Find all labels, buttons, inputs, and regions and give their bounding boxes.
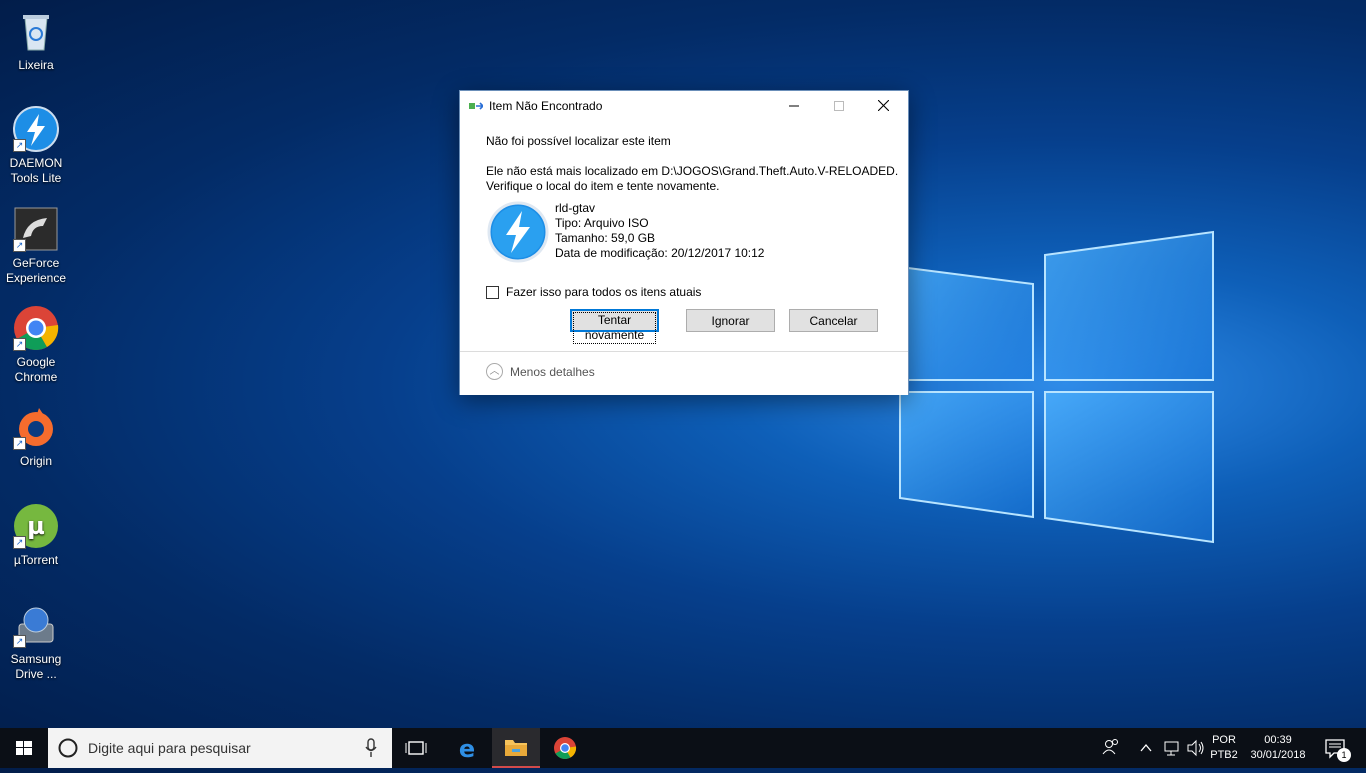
dialog-message-line2: Verifique o local do item e tente novame… [486,179,720,193]
dialog-heading: Não foi possível localizar este item [486,134,671,148]
item-not-found-dialog: Item Não Encontrado Não foi possível loc… [459,90,909,395]
utorrent-icon: µ ↗ [13,503,59,549]
desktop-icon-label: µTorrent [13,553,59,567]
file-name: rld-gtav [555,201,596,215]
desktop-icon-label: Google [16,355,56,369]
chrome-icon [554,737,577,759]
desktop-icon-chrome[interactable]: ↗ Google Chrome [4,305,68,385]
minimize-icon [788,105,799,107]
retry-button-label: Tentar novamente [573,312,656,344]
people-button[interactable] [1098,728,1122,768]
clock[interactable]: 00:39 30/01/2018 [1244,728,1312,773]
desktop-icon-utorrent[interactable]: µ ↗ µTorrent [4,503,68,568]
chevron-up-icon [1140,743,1152,752]
retry-button[interactable]: Tentar novamente [570,309,659,344]
desktop-icon-label: GeForce [12,256,60,270]
less-details-link[interactable]: Menos detalhes [510,365,595,379]
chrome-icon: ↗ [13,305,59,351]
desktop-icon-daemon-tools[interactable]: ↗ DAEMON Tools Lite [4,106,68,186]
clock-time: 00:39 [1264,734,1292,746]
desktop-icon-recycle-bin[interactable]: Lixeira [4,8,68,73]
file-modified: Data de modificação: 20/12/2017 10:12 [555,246,765,260]
desktop-icon-label: Tools Lite [10,171,62,185]
dialog-message-line1: Ele não está mais localizado em D:\JOGOS… [486,164,899,178]
shortcut-arrow-icon: ↗ [13,635,26,648]
notification-count-badge: 1 [1337,748,1351,762]
maximize-icon [833,101,844,111]
shortcut-arrow-icon: ↗ [13,139,26,152]
desktop-icon-label: Origin [19,454,52,468]
network-icon [1164,741,1179,756]
taskbar-edge[interactable]: e [443,728,491,768]
volume-icon [1187,739,1204,757]
desktop-icon-geforce[interactable]: ↗ GeForce Experience [4,206,68,286]
keyboard-layout: PTB2 [1210,749,1238,761]
svg-text:µ: µ [27,512,45,540]
desktop-icon-label: Experience [5,271,67,285]
samsung-drive-icon: ↗ [13,602,59,648]
daemon-tools-icon: ↗ [13,106,59,152]
volume-button[interactable] [1184,728,1206,768]
microphone-icon[interactable] [364,738,378,758]
dialog-title: Item Não Encontrado [489,99,603,113]
maximize-button [816,91,861,121]
desktop-icon-label: Drive ... [15,667,57,681]
shortcut-arrow-icon: ↗ [13,536,26,549]
shortcut-arrow-icon: ↗ [13,239,26,252]
search-box[interactable]: Digite aqui para pesquisar [48,728,392,768]
file-type: Tipo: Arquivo ISO [555,216,649,230]
desktop-icon-samsung-drive[interactable]: ↗ Samsung Drive ... [4,602,68,682]
action-center-button[interactable]: 1 [1318,728,1358,768]
desktop-icon-label: DAEMON [9,156,63,170]
chevron-up-icon[interactable]: ︿ [486,363,503,380]
folder-icon [505,740,527,756]
daemon-tools-file-icon [487,201,549,263]
input-language-button[interactable]: POR PTB2 [1208,728,1240,773]
origin-icon: ↗ [13,404,59,450]
taskbar-chrome[interactable] [541,728,589,768]
desktop-icon-origin[interactable]: ↗ Origin [4,404,68,469]
geforce-icon: ↗ [13,206,59,252]
ignore-button[interactable]: Ignorar [686,309,775,332]
close-icon [877,99,890,112]
taskbar-file-explorer[interactable] [492,728,540,768]
apply-to-all-label: Fazer isso para todos os itens atuais [506,285,702,299]
start-button[interactable] [0,728,48,768]
people-icon [1102,739,1118,755]
dialog-titlebar[interactable]: Item Não Encontrado [460,91,908,121]
file-size: Tamanho: 59,0 GB [555,231,656,245]
close-button[interactable] [861,91,906,121]
language-code: POR [1212,734,1236,746]
apply-to-all-option[interactable]: Fazer isso para todos os itens atuais [486,285,701,299]
file-explorer-app-icon [469,100,485,112]
shortcut-arrow-icon: ↗ [13,338,26,351]
show-hidden-icons-button[interactable] [1136,728,1156,768]
taskbar: Digite aqui para pesquisar e POR PTB2 00… [0,728,1366,768]
svg-text:e: e [459,735,475,763]
task-view-icon [405,741,427,755]
notification-icon [1325,739,1345,759]
dialog-footer: ︿ Menos detalhes [460,351,908,395]
shortcut-arrow-icon: ↗ [13,437,26,450]
apply-to-all-checkbox[interactable] [486,285,499,299]
desktop-icon-label: Lixeira [18,58,54,72]
cortana-icon [58,738,78,758]
cancel-button[interactable]: Cancelar [789,309,878,332]
task-view-button[interactable] [392,728,440,768]
search-placeholder: Digite aqui para pesquisar [88,740,251,756]
network-button[interactable] [1160,728,1182,768]
recycle-bin-icon [13,8,59,54]
edge-icon: e [459,735,475,763]
clock-date: 30/01/2018 [1250,749,1306,761]
desktop-icon-label: Chrome [14,370,58,384]
minimize-button[interactable] [771,91,816,121]
windows-logo-icon [16,741,32,755]
desktop-icon-label: Samsung [10,652,62,666]
